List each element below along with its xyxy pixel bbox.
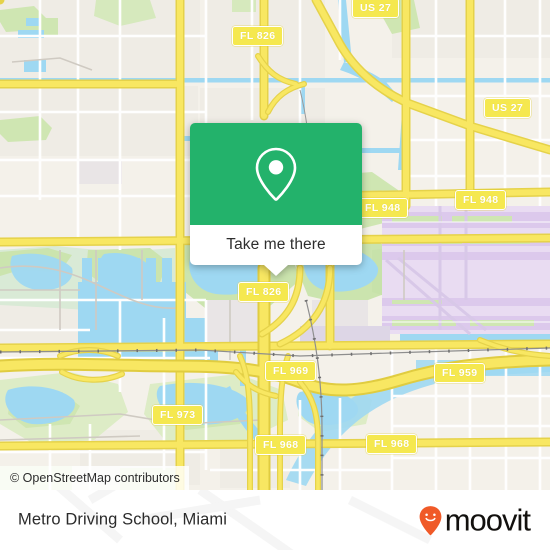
shield-fl-968-east[interactable]: FL 968 — [366, 434, 418, 454]
shield-fl-973[interactable]: FL 973 — [152, 405, 204, 425]
moovit-pin-icon — [419, 505, 442, 535]
shield-fl-969[interactable]: FL 969 — [265, 361, 317, 381]
moovit-brand[interactable]: moovit — [419, 502, 531, 538]
shield-fl-826-north[interactable]: FL 826 — [232, 26, 284, 46]
map-airport — [382, 206, 550, 336]
shield-us-27-east[interactable]: US 27 — [484, 98, 532, 118]
shield-fl-826-center[interactable]: FL 826 — [238, 282, 290, 302]
footer-bar: Metro Driving School, Miami moovit — [0, 490, 550, 550]
map-screenshot-root: FL 826 US 27 US 27 FL 948 FL 948 FL 826 … — [0, 0, 550, 550]
callout-action-bar[interactable]: Take me there — [190, 225, 362, 276]
moovit-wordmark: moovit — [444, 502, 531, 538]
map-pin-icon — [255, 147, 297, 201]
callout-tail — [264, 265, 288, 276]
shield-fl-959[interactable]: FL 959 — [434, 363, 486, 383]
shield-fl-948-east[interactable]: FL 948 — [455, 190, 507, 210]
shield-us-27-top[interactable]: US 27 — [352, 0, 400, 18]
shield-fl-948-west[interactable]: FL 948 — [357, 198, 409, 218]
shield-fl-968-west[interactable]: FL 968 — [255, 435, 307, 455]
map-viewport[interactable]: FL 826 US 27 US 27 FL 948 FL 948 FL 826 … — [0, 0, 550, 490]
attribution-text: © OpenStreetMap contributors — [10, 471, 180, 485]
place-title: Metro Driving School, Miami — [18, 510, 228, 529]
take-me-there-callout[interactable]: Take me there — [190, 123, 362, 276]
callout-pin-panel — [190, 123, 362, 225]
take-me-there-label: Take me there — [226, 236, 326, 254]
map-attribution[interactable]: © OpenStreetMap contributors — [0, 466, 189, 490]
